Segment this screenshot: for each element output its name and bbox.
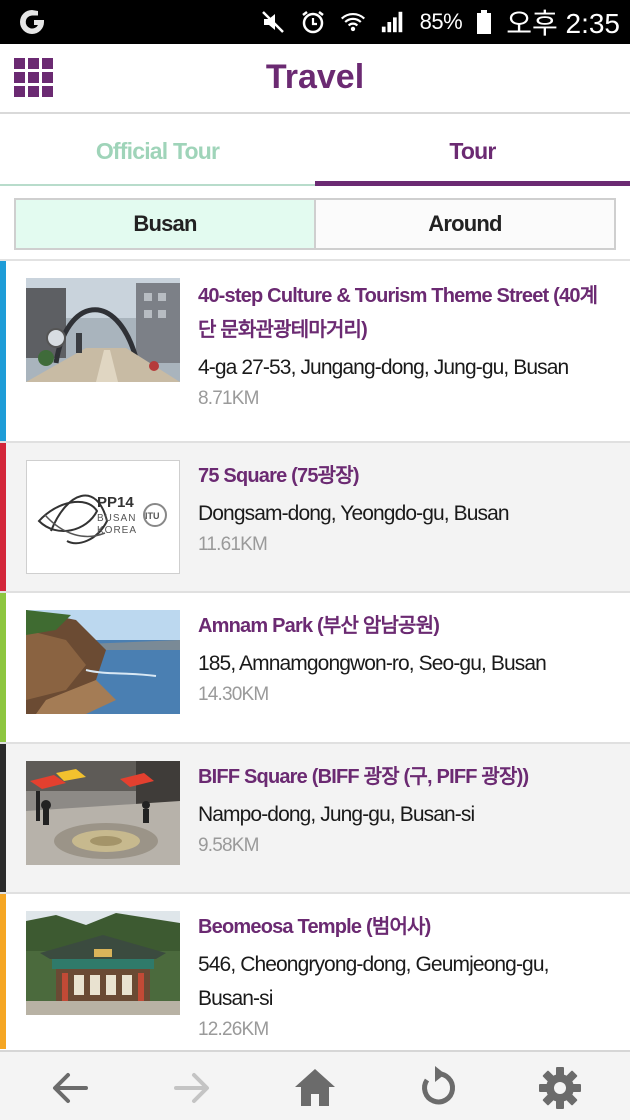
- tab-official-tour[interactable]: Official Tour: [0, 116, 315, 186]
- itu-text: ITU: [145, 511, 160, 521]
- place-thumbnail: [26, 278, 180, 382]
- place-address: 185, Amnamgongwon-ro, Seo-gu, Busan: [198, 652, 547, 675]
- busan-text: BUSAN: [97, 513, 136, 524]
- category-color-bar: [0, 894, 6, 1049]
- list-item[interactable]: BIFF Square (BIFF 광장 (구, PIFF 광장)) Nampo…: [0, 744, 630, 894]
- status-bar: 85% 오후 2:35: [0, 0, 630, 44]
- wifi-icon: [340, 12, 365, 32]
- category-color-bar: [0, 593, 6, 742]
- category-color-bar: [0, 443, 6, 591]
- page-title: Travel: [265, 58, 365, 96]
- place-thumbnail: [26, 610, 180, 714]
- signal-icon: [381, 11, 402, 33]
- pp14-text: PP14: [97, 494, 134, 511]
- app-bar: Travel: [0, 44, 630, 114]
- place-distance: 14.30KM: [198, 684, 269, 705]
- segment-around[interactable]: Around: [316, 200, 614, 248]
- place-thumbnail: [26, 761, 180, 865]
- list-item[interactable]: PP14 BUSAN KOREA ITU 75 Square (75광장) Do…: [0, 443, 630, 593]
- place-distance: 12.26KM: [198, 1019, 269, 1040]
- back-arrow-icon[interactable]: [46, 1064, 94, 1112]
- category-color-bar: [0, 744, 6, 892]
- bottom-navigation: [0, 1050, 630, 1120]
- place-title: BIFF Square (BIFF 광장 (구, PIFF 광장)): [198, 766, 529, 788]
- place-distance: 11.61KM: [198, 534, 268, 555]
- place-address: 4-ga 27-53, Jungang-dong, Jung-gu, Busan: [198, 356, 569, 379]
- mute-icon: [261, 11, 284, 33]
- place-title: Amnam Park (부산 암남공원): [198, 615, 440, 637]
- place-distance: 9.58KM: [198, 835, 259, 856]
- place-thumbnail: [26, 911, 180, 1015]
- app-notification-icon: [20, 10, 44, 34]
- refresh-icon[interactable]: [413, 1064, 461, 1112]
- home-icon[interactable]: [291, 1064, 339, 1112]
- battery-icon: [477, 10, 492, 34]
- forward-arrow-icon[interactable]: [168, 1064, 216, 1112]
- place-address: 546, Cheongryong-dong, Geumjeong-gu, Bus…: [198, 953, 549, 1010]
- place-title: 40-step Culture & Tourism Theme Street (…: [198, 285, 598, 341]
- place-address: Nampo-dong, Jung-gu, Busan-si: [198, 803, 475, 826]
- place-title: Beomeosa Temple (범어사): [198, 916, 431, 938]
- settings-gear-icon[interactable]: [536, 1064, 584, 1112]
- region-segmented-control: Busan Around: [14, 198, 616, 250]
- list-item[interactable]: Beomeosa Temple (범어사) 546, Cheongryong-d…: [0, 894, 630, 1049]
- active-tab-indicator: [315, 181, 630, 186]
- clock: 오후 2:35: [506, 8, 620, 39]
- place-distance: 8.71KM: [198, 388, 259, 409]
- place-list: 40-step Culture & Tourism Theme Street (…: [0, 261, 630, 1049]
- place-title: 75 Square (75광장): [198, 465, 360, 487]
- alarm-icon: [301, 11, 324, 34]
- list-item[interactable]: 40-step Culture & Tourism Theme Street (…: [0, 261, 630, 443]
- list-item[interactable]: Amnam Park (부산 암남공원) 185, Amnamgongwon-r…: [0, 593, 630, 744]
- segment-busan[interactable]: Busan: [16, 200, 316, 248]
- korea-text: KOREA: [97, 525, 137, 536]
- pp14-logo-thumbnail: PP14 BUSAN KOREA ITU: [26, 460, 180, 574]
- tab-bar: Official Tour Tour: [0, 116, 630, 186]
- battery-percent: 85%: [419, 9, 463, 34]
- category-color-bar: [0, 261, 6, 441]
- tab-tour[interactable]: Tour: [315, 116, 630, 186]
- place-address: Dongsam-dong, Yeongdo-gu, Busan: [198, 502, 510, 525]
